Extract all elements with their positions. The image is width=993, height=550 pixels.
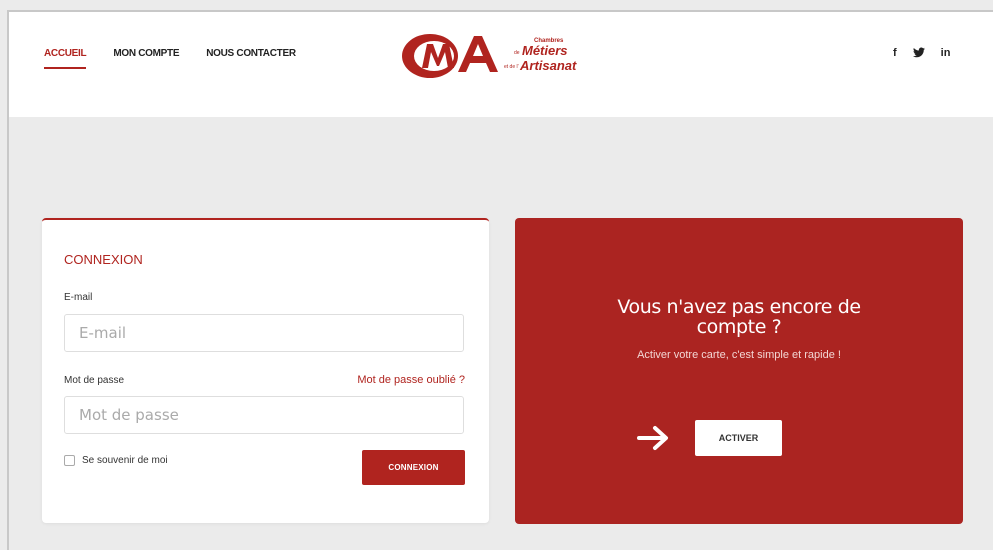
main-nav: ACCUEIL MON COMPTE NOUS CONTACTER	[44, 48, 296, 69]
arrow-right-icon	[637, 426, 668, 450]
nav-nous-contacter[interactable]: NOUS CONTACTER	[206, 48, 296, 59]
cma-logo[interactable]: Chambres de Métiers et de l' Artisanat	[400, 30, 600, 82]
twitter-icon[interactable]	[912, 47, 925, 61]
email-label: E-mail	[64, 292, 93, 303]
cma-logo-mark: Chambres de Métiers et de l' Artisanat	[402, 34, 577, 78]
activate-button[interactable]: ACTIVER	[695, 420, 782, 456]
linkedin-icon[interactable]: in	[941, 47, 951, 61]
nav-mon-compte[interactable]: MON COMPTE	[113, 48, 179, 59]
login-card: CONNEXION E-mail Mot de passe Mot de pas…	[42, 218, 489, 523]
logo-line3-small: et de l'	[504, 64, 519, 70]
promo-title: Vous n'avez pas encore de compte ?	[617, 296, 861, 338]
password-label: Mot de passe	[64, 375, 125, 386]
promo-subtitle: Activer votre carte, c'est simple et rap…	[637, 349, 841, 361]
login-title: CONNEXION	[64, 252, 143, 267]
email-field[interactable]	[64, 314, 464, 352]
logo-line2-small: de	[514, 50, 520, 56]
nav-accueil[interactable]: ACCUEIL	[44, 48, 87, 69]
logo-line3: Artisanat	[519, 58, 577, 73]
logo-line2: Métiers	[522, 43, 568, 58]
facebook-icon[interactable]: f	[893, 47, 897, 61]
activation-panel: Vous n'avez pas encore de compte ? Activ…	[515, 218, 963, 524]
remember-me[interactable]: Se souvenir de moi	[64, 455, 168, 466]
remember-me-checkbox[interactable]	[64, 455, 75, 466]
password-field[interactable]	[64, 396, 464, 434]
site-header: ACCUEIL MON COMPTE NOUS CONTACTER Chambr…	[9, 12, 993, 117]
remember-me-label: Se souvenir de moi	[82, 455, 168, 466]
forgot-password-link[interactable]: Mot de passe oublié ?	[357, 374, 465, 386]
social-links: f in	[893, 47, 950, 61]
login-button[interactable]: CONNEXION	[362, 450, 465, 485]
